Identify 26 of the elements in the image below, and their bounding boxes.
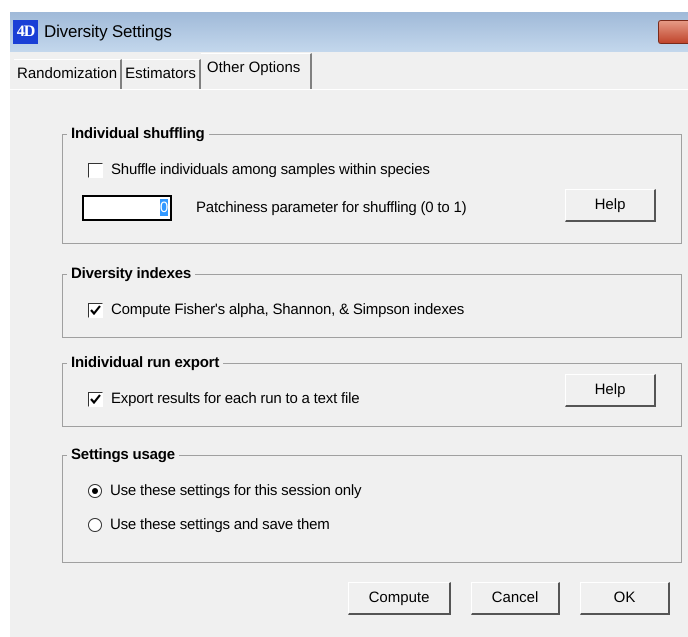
checkbox[interactable] <box>88 162 103 178</box>
checkbox[interactable] <box>88 302 103 318</box>
group-title: Individual shuffling <box>67 124 208 144</box>
checkbox-label: Compute Fisher's alpha, Shannon, & Simpson indexes <box>111 300 464 320</box>
radio-button[interactable] <box>88 484 102 498</box>
checkbox[interactable] <box>88 392 103 406</box>
window-title: Diversity Settings <box>44 21 172 44</box>
group-title: Inidividual run export <box>67 353 224 373</box>
tab[interactable]: Other Options <box>200 53 312 89</box>
app-logo: 4D <box>13 20 38 44</box>
group-title: Diversity indexes <box>67 264 195 284</box>
close-button[interactable] <box>658 20 688 44</box>
radio-label: Use these settings for this session only <box>110 480 362 501</box>
help-button[interactable]: Help <box>565 374 656 407</box>
radio-label: Use these settings and save them <box>110 514 330 535</box>
tab[interactable]: Randomization <box>14 59 122 89</box>
group-title: Settings usage <box>67 445 179 465</box>
checkbox-label: Shuffle individuals among samples within species <box>111 160 430 180</box>
dialog-button[interactable]: Cancel <box>471 582 560 615</box>
help-button[interactable]: Help <box>565 189 656 222</box>
dialog-button[interactable]: OK <box>580 582 670 615</box>
field-label: Patchiness parameter for shuffling (0 to 1) <box>196 198 466 218</box>
checkbox-label: Export results for each run to a text file <box>111 388 360 409</box>
tab[interactable]: Estimators <box>122 59 201 89</box>
radio-button[interactable] <box>88 518 102 532</box>
dialog-button[interactable]: Compute <box>348 582 451 615</box>
